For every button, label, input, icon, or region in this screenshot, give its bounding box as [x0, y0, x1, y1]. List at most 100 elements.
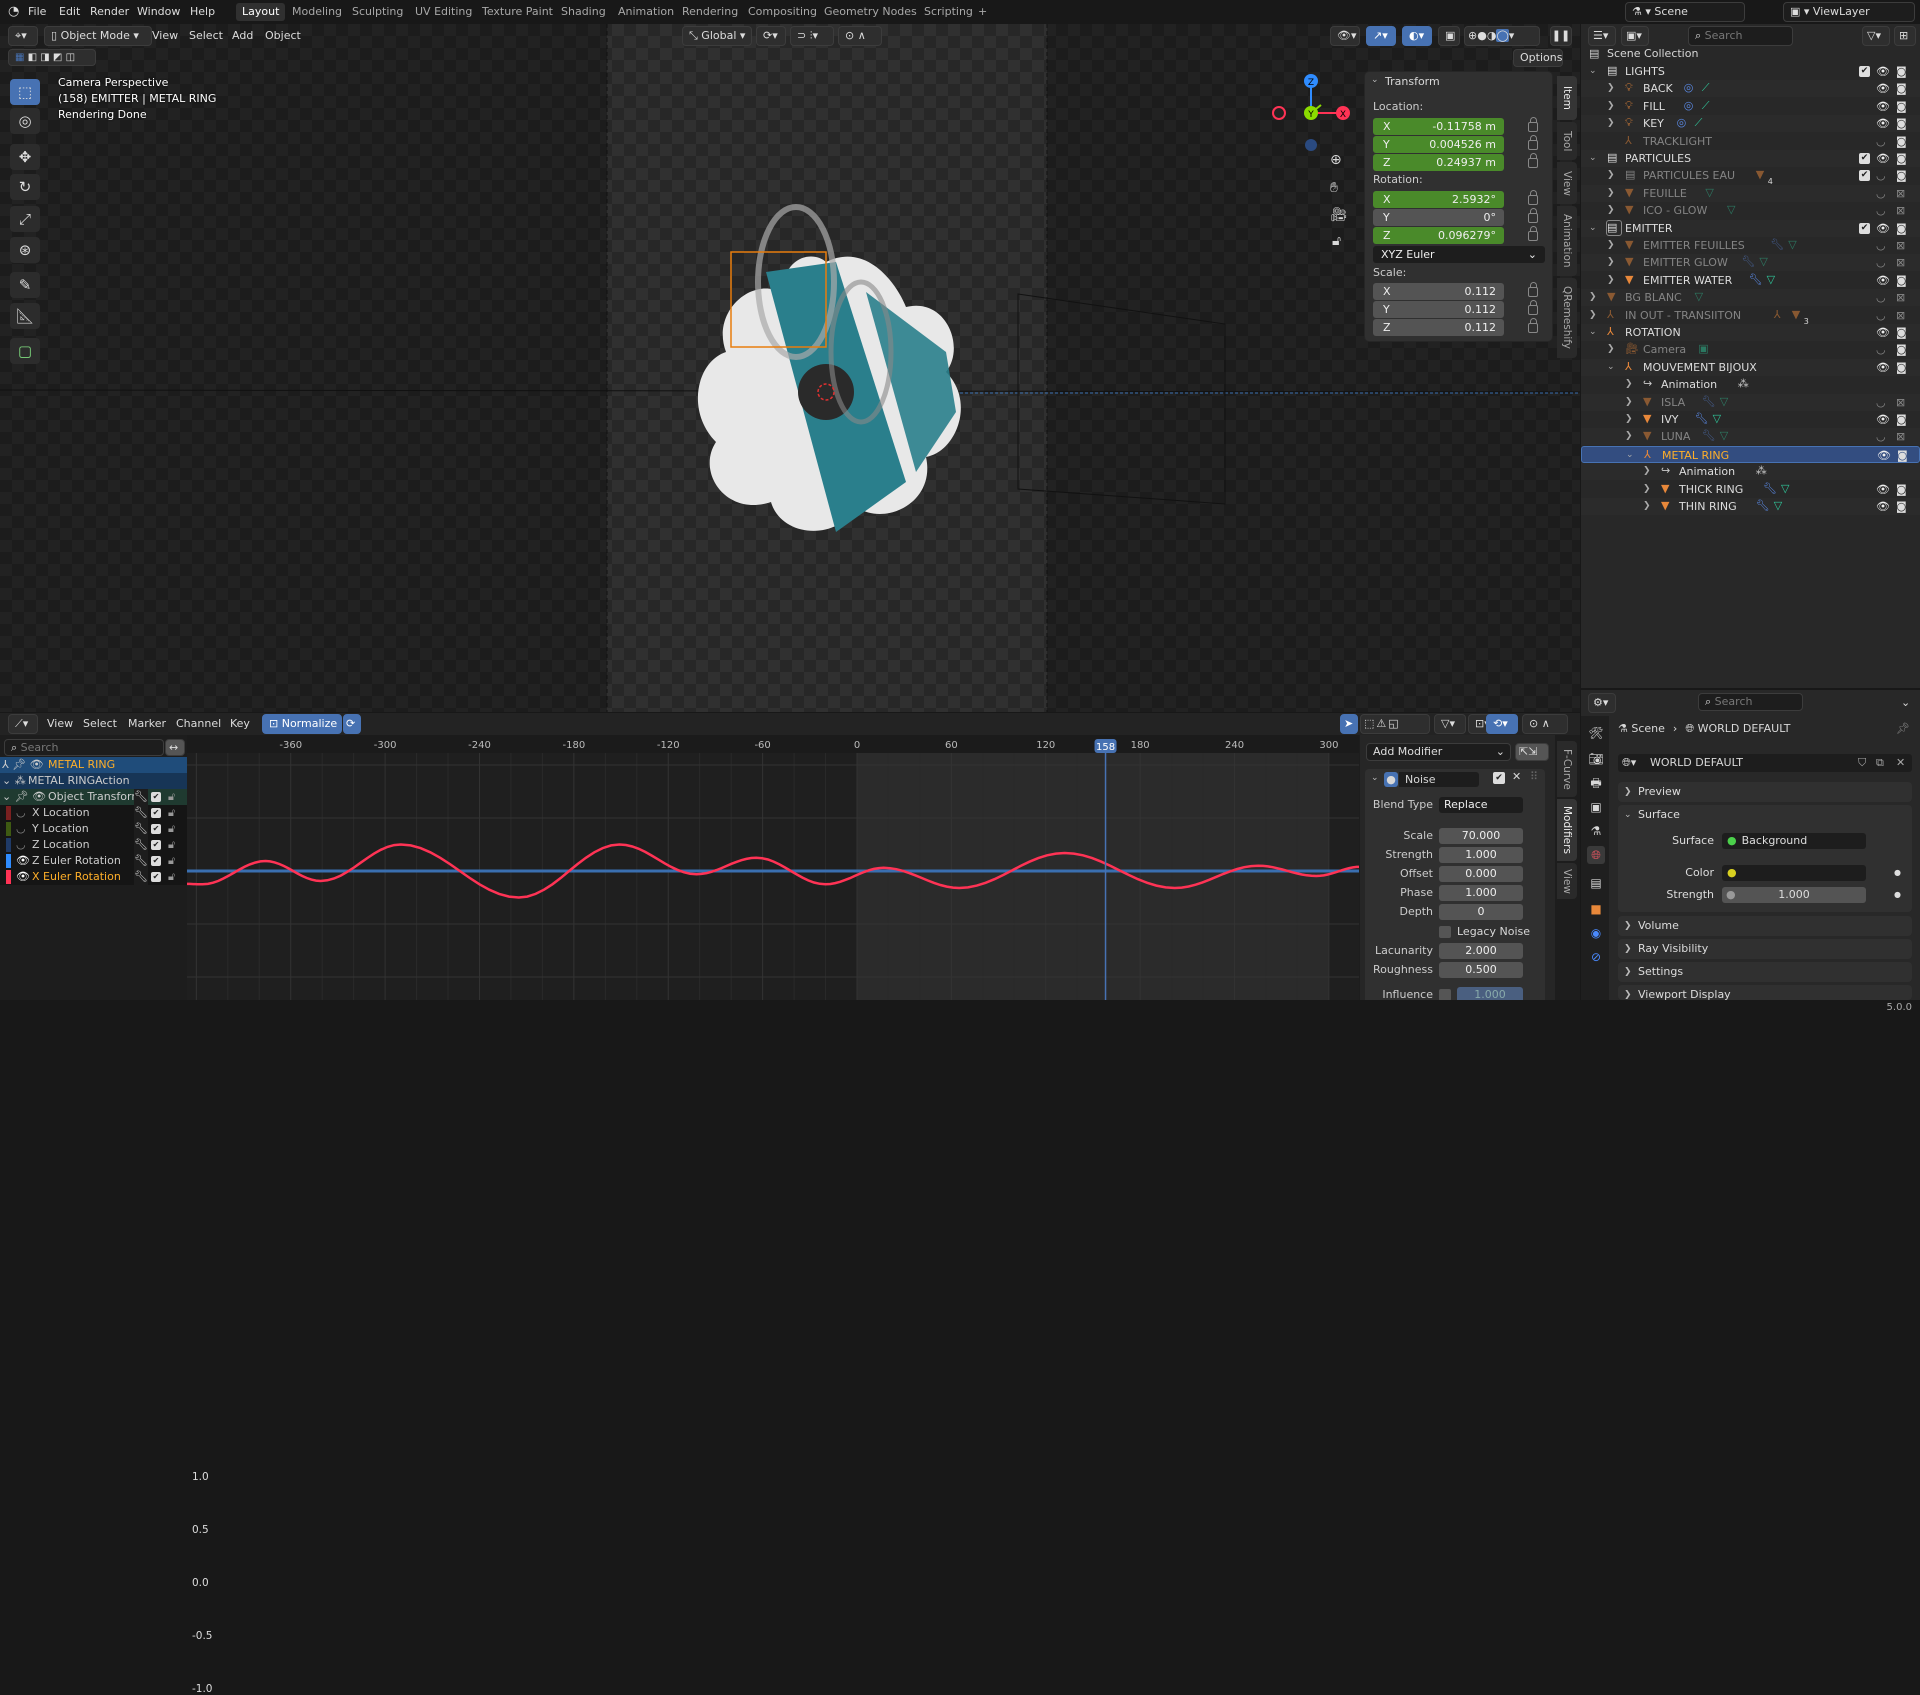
copy-paste-modifiers[interactable]: ⇱⇲: [1515, 743, 1549, 761]
navigation-gizmo[interactable]: Z X Y: [1271, 73, 1351, 153]
channel-row[interactable]: ⌄ 📌︎ 👁︎ Object Transform 🔧︎ ✔ 🔓︎: [0, 789, 187, 805]
camera-render-icon[interactable]: ◙: [1896, 150, 1907, 167]
tool-annotate[interactable]: ✎: [10, 272, 40, 298]
menu-edit[interactable]: Edit: [59, 0, 80, 24]
camera-render-icon[interactable]: ◙: [1896, 98, 1907, 115]
modifier-wrench-icon[interactable]: 🔧︎: [134, 837, 148, 853]
graph-tab-modifiers[interactable]: Modifiers: [1557, 799, 1577, 861]
exclude-checkbox[interactable]: ✔: [1859, 170, 1870, 182]
menu-help[interactable]: Help: [190, 0, 215, 24]
outliner-search-input[interactable]: ⌕ Search: [1688, 26, 1793, 46]
lock-icon[interactable]: 🔓︎: [168, 805, 175, 821]
outliner-item-name[interactable]: THIN RING: [1679, 498, 1737, 515]
menu-file[interactable]: File: [28, 0, 46, 24]
lock-icon[interactable]: 🔓︎: [168, 869, 175, 885]
graph-plot[interactable]: 158: [187, 735, 1359, 1000]
camera-render-disabled-icon[interactable]: ⊠: [1896, 254, 1905, 271]
workspace-tab-animation[interactable]: Animation: [612, 3, 680, 21]
outliner-item-name[interactable]: ICO - GLOW: [1643, 202, 1707, 219]
scene-selector[interactable]: ⚗ ▾ Scene: [1625, 2, 1745, 22]
exclude-checkbox[interactable]: ✔: [1859, 153, 1870, 164]
outliner-item-name[interactable]: MOUVEMENT BIJOUX: [1643, 359, 1757, 376]
outliner-row[interactable]: ❯ ▼ IVY 🔧︎ ▽ 👁︎ ◙: [1581, 411, 1920, 428]
blend-type-dropdown[interactable]: Replace: [1439, 797, 1523, 813]
modifier-icon[interactable]: 🔧︎: [1702, 429, 1716, 443]
outliner-row[interactable]: ⌄ ⅄ ROTATION 👁︎ ◙: [1581, 324, 1920, 341]
modifier-wrench-icon[interactable]: 🔧︎: [134, 821, 148, 837]
outliner-item-name[interactable]: EMITTER GLOW: [1643, 254, 1728, 271]
graph-menu-key[interactable]: Key: [230, 713, 250, 735]
outliner-item-name[interactable]: EMITTER WATER: [1643, 272, 1732, 289]
eye-closed-icon[interactable]: ◡: [1876, 428, 1886, 445]
warning-icon[interactable]: ⚠: [1376, 717, 1388, 730]
panel-viewport-display[interactable]: ❯ Viewport Display: [1618, 985, 1912, 1000]
object-mode-dropdown[interactable]: ▯ Object Mode ▾: [44, 26, 152, 46]
outliner-item-name[interactable]: IN OUT - TRANSIITON: [1625, 307, 1741, 324]
render-tab-icon[interactable]: 📷︎: [1587, 750, 1605, 768]
proportional-edit-button[interactable]: ⊙ ∧: [838, 26, 882, 46]
camera-render-icon[interactable]: ◙: [1896, 63, 1907, 80]
outliner-item-name[interactable]: PARTICULES EAU: [1643, 167, 1735, 184]
panel-ray-visibility[interactable]: ❯ Ray Visibility: [1618, 939, 1912, 959]
eye-closed-icon[interactable]: ◡: [1876, 341, 1886, 358]
eye-closed-icon[interactable]: ◡: [1876, 202, 1886, 219]
chevron-right-icon[interactable]: ❯: [1607, 237, 1615, 254]
mute-checkbox[interactable]: ✔: [151, 872, 161, 882]
mesh-data-icon[interactable]: ▽: [1705, 186, 1719, 200]
menu-window[interactable]: Window: [137, 0, 180, 24]
sidebar-tab-view[interactable]: View: [1557, 162, 1577, 204]
panel-preview[interactable]: ❯ Preview: [1618, 782, 1912, 802]
eye-icon[interactable]: 👁︎: [1876, 150, 1890, 167]
chevron-right-icon[interactable]: ❯: [1643, 498, 1651, 515]
outliner-row[interactable]: ❯ ▼ EMITTER GLOW 🔧︎ ▽ ◡ ⊠: [1581, 254, 1920, 272]
outliner-row[interactable]: ⌄ ⅄ MOUVEMENT BIJOUX 👁︎ ◙: [1581, 358, 1920, 376]
outliner-item-name[interactable]: Animation: [1679, 463, 1735, 480]
options-dropdown[interactable]: Options: [1513, 49, 1563, 67]
chevron-right-icon[interactable]: ❯: [1607, 98, 1615, 115]
mesh-data-icon[interactable]: ▽: [1713, 412, 1727, 426]
lock-icon[interactable]: 🔓︎: [168, 821, 175, 837]
sidebar-tab-qremeshify[interactable]: QRemeshify: [1557, 278, 1577, 358]
lock-view-icon[interactable]: 🔓︎: [1332, 233, 1341, 249]
graph-filter-buttons[interactable]: ⬚⚠◱: [1360, 714, 1430, 734]
scale-x-field[interactable]: X 0.112: [1373, 283, 1504, 300]
wireframe-shading-icon[interactable]: ⊕: [1468, 29, 1477, 42]
camera-render-icon[interactable]: ◙: [1896, 411, 1907, 428]
graph-menu-channel[interactable]: Channel: [176, 713, 221, 735]
select-invert-icon[interactable]: ◩: [53, 52, 62, 63]
material-shading-icon[interactable]: ◑: [1487, 29, 1497, 42]
camera-data-icon[interactable]: ▣: [1698, 342, 1712, 356]
camera-render-icon[interactable]: ◙: [1897, 447, 1908, 464]
snap-button[interactable]: ⊃ ⫶▾: [790, 26, 834, 46]
outliner-item-name[interactable]: LUNA: [1661, 428, 1690, 445]
chevron-down-icon[interactable]: ⌄: [1589, 324, 1597, 341]
lock-icon[interactable]: [1528, 153, 1538, 168]
eye-closed-icon[interactable]: ◡: [1876, 289, 1886, 306]
mute-checkbox[interactable]: ✔: [151, 856, 161, 866]
outliner-row[interactable]: ❯ ▼ LUNA 🔧︎ ▽ ◡ ⊠: [1581, 428, 1920, 446]
pan-hand-icon[interactable]: ✋︎: [1330, 180, 1338, 196]
outliner-row[interactable]: ⌄ ▤ PARTICULES ✔ 👁︎ ◙: [1581, 150, 1920, 167]
xray-toggle[interactable]: ▣: [1438, 26, 1460, 46]
outliner-item-name[interactable]: LIGHTS: [1625, 63, 1665, 80]
eye-closed-icon[interactable]: ◡: [1876, 167, 1886, 184]
select-all-icon[interactable]: ⬚: [1364, 717, 1376, 730]
mute-checkbox[interactable]: ✔: [151, 792, 161, 802]
collapse-chevron-icon[interactable]: ⌄: [1371, 773, 1379, 783]
outliner-row[interactable]: ❯ ↪ Animation ⁂: [1581, 376, 1920, 393]
gizmo-neg-z[interactable]: [1305, 139, 1317, 151]
constraints-tab-icon[interactable]: ⊘: [1587, 948, 1605, 966]
eye-closed-icon[interactable]: ◡: [1876, 307, 1886, 324]
zoom-icon[interactable]: ⊕: [1330, 152, 1342, 168]
chevron-right-icon[interactable]: ❯: [1607, 202, 1615, 219]
chevron-right-icon[interactable]: ❯: [1607, 115, 1615, 132]
eye-icon[interactable]: 👁︎: [16, 869, 30, 885]
outliner-row[interactable]: ❯ ▼ THIN RING 🔧︎ ▽ 👁︎ ◙: [1581, 498, 1920, 515]
channel-search-input[interactable]: ⌕ Search: [4, 739, 164, 756]
eye-icon[interactable]: 👁︎: [1876, 272, 1890, 289]
world-name[interactable]: WORLD DEFAULT: [1650, 754, 1743, 772]
field-value[interactable]: 0.500: [1439, 962, 1523, 978]
modifier-icon[interactable]: 🔧︎: [1695, 412, 1709, 426]
filter-dropdown[interactable]: ▽▾: [1862, 26, 1890, 46]
lock-icon[interactable]: [1528, 208, 1538, 223]
